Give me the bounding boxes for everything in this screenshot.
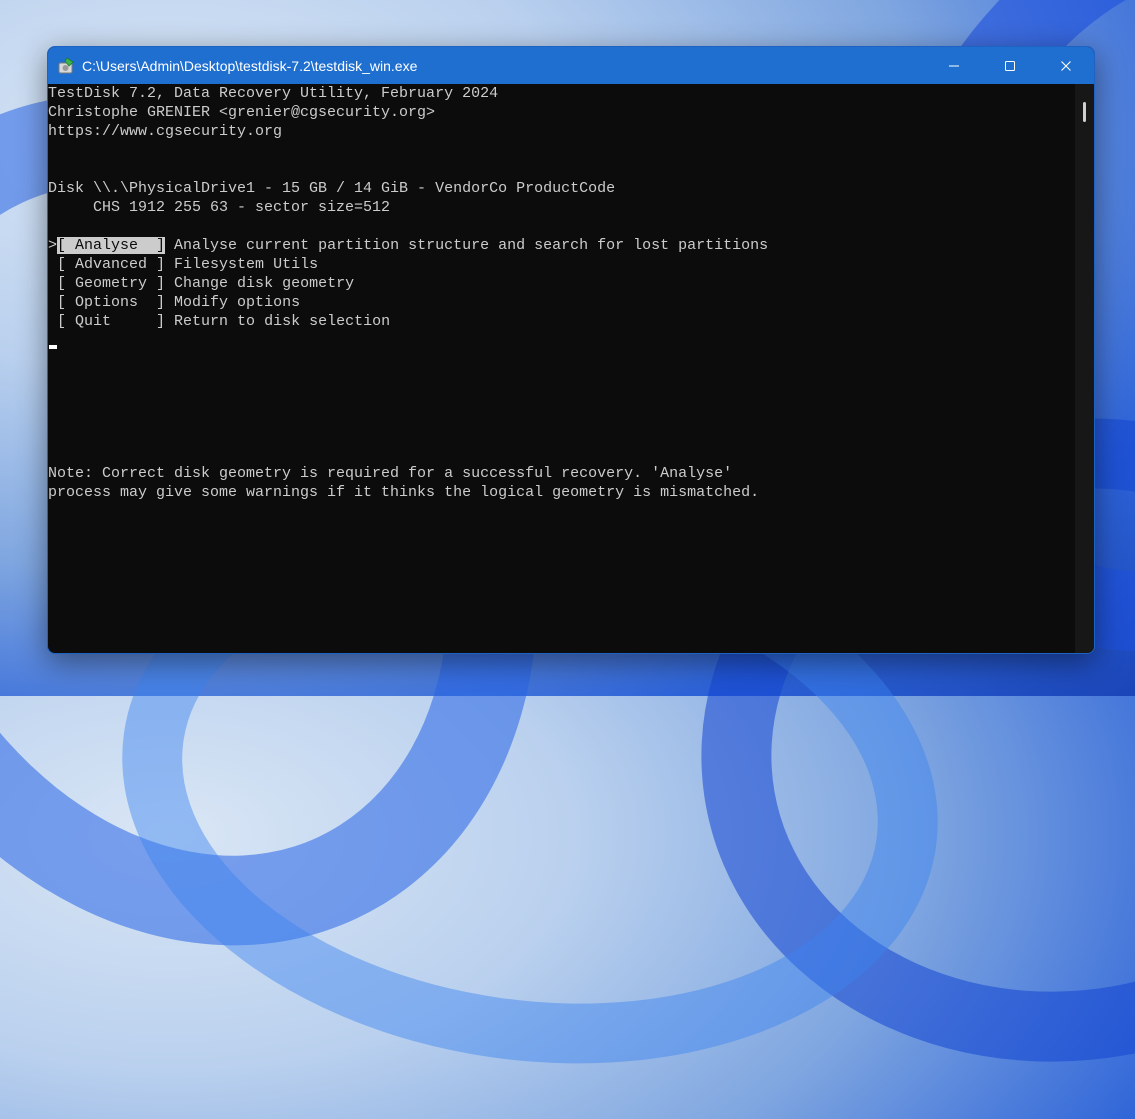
menu-label-advanced[interactable]: [ Advanced ]: [57, 256, 165, 273]
menu-item-quit[interactable]: [ Quit ] Return to disk selection: [48, 312, 390, 331]
close-button[interactable]: [1038, 47, 1094, 84]
disk-info: Disk \\.\PhysicalDrive1 - 15 GB / 14 GiB…: [48, 180, 616, 197]
title-bar[interactable]: C:\Users\Admin\Desktop\testdisk-7.2\test…: [48, 47, 1094, 84]
note-line: Note: Correct disk geometry is required …: [48, 465, 733, 482]
menu-description: Modify options: [165, 294, 301, 311]
chs-info: CHS 1912 255 63 - sector size=512: [48, 199, 391, 216]
menu-pointer: [48, 256, 57, 273]
menu-pointer: [48, 313, 57, 330]
window-title: C:\Users\Admin\Desktop\testdisk-7.2\test…: [82, 58, 418, 74]
text-cursor: [49, 345, 57, 349]
testdisk-app-icon[interactable]: [57, 57, 75, 75]
menu-item-analyse[interactable]: >[ Analyse ] Analyse current partition s…: [48, 236, 768, 255]
maximize-button[interactable]: [982, 47, 1038, 84]
menu-item-geometry[interactable]: [ Geometry ] Change disk geometry: [48, 274, 354, 293]
menu-description: Analyse current partition structure and …: [165, 237, 769, 254]
menu-label-analyse[interactable]: [ Analyse ]: [57, 237, 166, 254]
menu-label-quit[interactable]: [ Quit ]: [57, 313, 165, 330]
menu-description: Change disk geometry: [165, 275, 355, 292]
console-window[interactable]: C:\Users\Admin\Desktop\testdisk-7.2\test…: [47, 46, 1095, 654]
menu-pointer: [48, 294, 57, 311]
header-line: https://www.cgsecurity.org: [48, 123, 283, 140]
menu-item-advanced[interactable]: [ Advanced ] Filesystem Utils: [48, 255, 318, 274]
minimize-icon: [949, 65, 959, 66]
scrollbar-thumb[interactable]: [1083, 102, 1086, 122]
vertical-scrollbar[interactable]: [1075, 84, 1094, 653]
menu-label-options[interactable]: [ Options ]: [57, 294, 165, 311]
maximize-icon: [1005, 60, 1015, 71]
header-line: Christophe GRENIER <grenier@cgsecurity.o…: [48, 104, 436, 121]
menu-item-options[interactable]: [ Options ] Modify options: [48, 293, 300, 312]
note-line: process may give some warnings if it thi…: [48, 484, 760, 501]
menu-description: Return to disk selection: [165, 313, 391, 330]
menu-pointer: >: [48, 237, 58, 254]
minimize-button[interactable]: [926, 47, 982, 84]
menu-description: Filesystem Utils: [165, 256, 319, 273]
close-icon: [1061, 60, 1071, 71]
menu-label-geometry[interactable]: [ Geometry ]: [57, 275, 165, 292]
menu-pointer: [48, 275, 57, 292]
console-area[interactable]: TestDisk 7.2, Data Recovery Utility, Feb…: [48, 84, 1075, 653]
header-line: TestDisk 7.2, Data Recovery Utility, Feb…: [48, 85, 499, 102]
